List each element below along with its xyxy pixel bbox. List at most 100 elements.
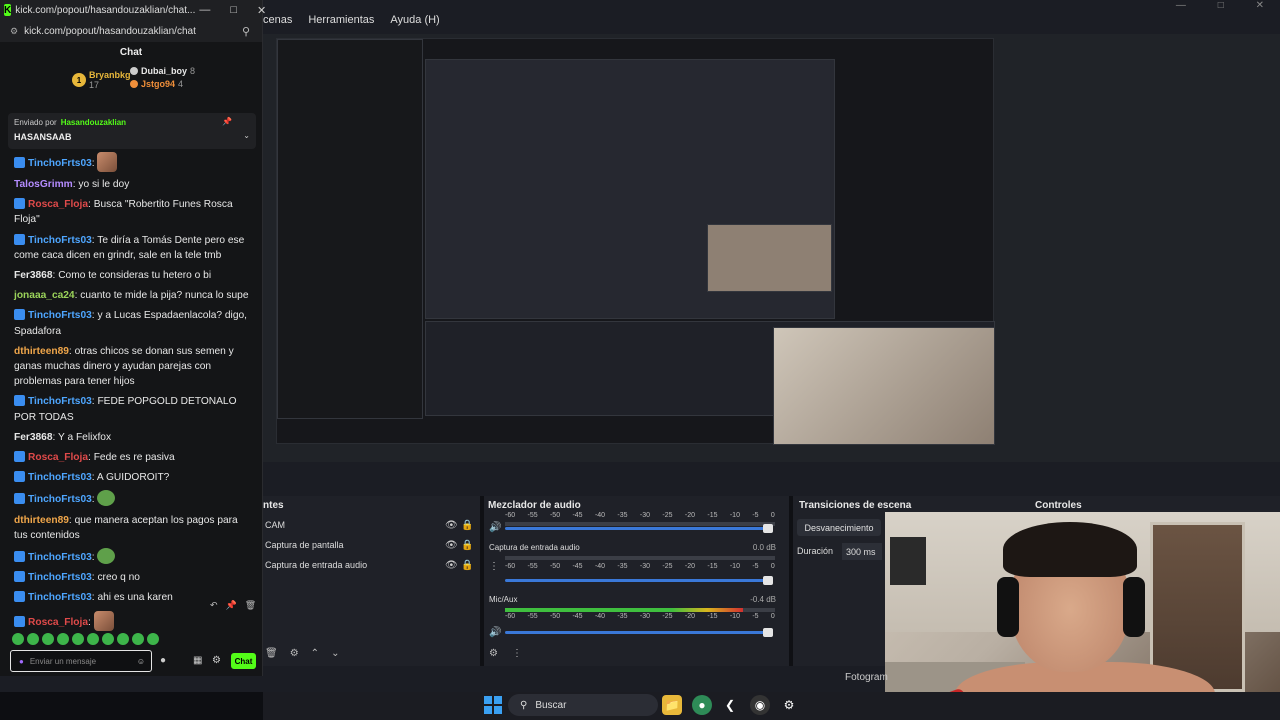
chat-username[interactable]: Rosca_Floja <box>28 617 88 628</box>
gifter-2[interactable]: Dubai_boy 8 <box>130 66 195 76</box>
app-icon[interactable]: ❮ <box>720 695 740 715</box>
chat-username[interactable]: TinchoFrts03 <box>28 494 92 505</box>
eye-icon[interactable]: 👁 <box>445 520 458 531</box>
slider-knob[interactable] <box>763 628 773 637</box>
chat-username[interactable]: dthirteen89 <box>14 515 69 526</box>
chat-username[interactable]: TalosGrimm <box>14 179 73 190</box>
chat-username[interactable]: jonaaa_ca24 <box>14 290 75 301</box>
chat-message[interactable]: TinchoFrts03: <box>14 548 254 565</box>
chat-username[interactable]: dthirteen89 <box>14 346 69 357</box>
chat-username[interactable]: Fer3868 <box>14 432 53 443</box>
menu-help[interactable]: Ayuda (H) <box>390 14 439 34</box>
chat-message[interactable]: TalosGrimm: yo si le doy <box>14 177 254 192</box>
gear-icon[interactable]: ⚙ <box>212 655 221 666</box>
emote[interactable] <box>132 633 144 645</box>
delete-icon[interactable]: 🗑 <box>245 600 256 611</box>
emote[interactable] <box>42 633 54 645</box>
chat-message[interactable]: TinchoFrts03: <box>14 152 254 172</box>
menu-scenes[interactable]: cenas <box>263 14 292 34</box>
file-explorer-icon[interactable]: 📁 <box>662 695 682 715</box>
chat-input[interactable]: ● Enviar un mensaje ☺ <box>10 650 152 672</box>
chat-message[interactable]: Rosca_Floja: <box>14 610 254 631</box>
lock-icon[interactable]: 🔒 <box>461 520 473 531</box>
chat-username[interactable]: Rosca_Floja <box>28 199 88 210</box>
source-item[interactable]: CAM 👁 🔒 <box>265 515 475 535</box>
close-icon[interactable]: ✕ <box>257 4 266 17</box>
minimize-icon[interactable]: — <box>199 4 210 17</box>
volume-slider[interactable] <box>505 576 773 585</box>
up-icon[interactable]: ⌃ <box>311 648 319 659</box>
duration-input[interactable]: 300 ms <box>842 543 882 560</box>
volume-slider[interactable] <box>505 524 773 533</box>
chat-message[interactable]: TinchoFrts03: <box>14 490 254 507</box>
chrome-icon[interactable]: ● <box>692 695 712 715</box>
maximize-icon[interactable]: □ <box>1218 0 1224 14</box>
close-icon[interactable]: ✕ <box>1256 0 1264 14</box>
maximize-icon[interactable]: □ <box>230 4 237 17</box>
emoji-icon[interactable]: ☺ <box>137 657 145 666</box>
chat-message[interactable]: TinchoFrts03: A GUIDOROIT? <box>14 470 254 485</box>
chat-message[interactable]: dthirteen89: que manera aceptan los pago… <box>14 513 254 543</box>
emote[interactable] <box>87 633 99 645</box>
chevron-down-icon[interactable]: ⌄ <box>243 131 250 140</box>
chat-username[interactable]: Rosca_Floja <box>28 452 88 463</box>
menu-tools[interactable]: Herramientas <box>308 14 374 34</box>
chat-message[interactable]: Fer3868: Como te consideras tu hetero o … <box>14 268 254 283</box>
transition-select[interactable]: Desvanecimiento <box>797 519 881 536</box>
gear-icon[interactable]: ⚙ <box>489 648 498 659</box>
chat-message[interactable]: Fer3868: Y a Felixfox <box>14 430 254 445</box>
gifter-3[interactable]: Jstgo94 4 <box>130 79 183 89</box>
chat-message[interactable]: Rosca_Floja: Busca "Robertito Funes Rosc… <box>14 197 254 227</box>
source-item[interactable]: Captura de entrada audio 👁 🔒 <box>265 555 475 575</box>
source-item[interactable]: Captura de pantalla 👁 🔒 <box>265 535 475 555</box>
lock-icon[interactable]: 🔒 <box>461 540 473 551</box>
chat-username[interactable]: TinchoFrts03 <box>28 310 92 321</box>
pinned-message[interactable]: Enviado por Hasandouzaklian 📌 ⌄ HASANSAA… <box>8 113 256 149</box>
emote[interactable] <box>27 633 39 645</box>
gifter-1[interactable]: 1 Bryanbkg 17 <box>72 70 131 90</box>
chat-message[interactable]: Rosca_Floja: Fede es re pasiva <box>14 450 254 465</box>
more-icon[interactable]: ⋮ <box>489 561 499 572</box>
emote[interactable] <box>72 633 84 645</box>
pin-icon[interactable]: 📌 <box>226 600 237 611</box>
chat-username[interactable]: TinchoFrts03 <box>28 552 92 563</box>
speaker-icon[interactable]: 🔊 <box>489 522 501 533</box>
emote[interactable] <box>57 633 69 645</box>
chat-username[interactable]: TinchoFrts03 <box>28 572 92 583</box>
chat-message[interactable]: TinchoFrts03: y a Lucas Espadaenlacola? … <box>14 308 254 338</box>
eye-icon[interactable]: 👁 <box>445 560 458 571</box>
chat-username[interactable]: TinchoFrts03 <box>28 472 92 483</box>
site-info-icon[interactable]: ⚙ <box>10 26 18 37</box>
chat-message[interactable]: jonaaa_ca24: cuanto te mide la pija? nun… <box>14 288 254 303</box>
more-icon[interactable]: ⋮ <box>512 648 522 659</box>
zoom-icon[interactable]: ⚲ <box>242 25 262 38</box>
eye-icon[interactable]: 👁 <box>445 540 458 551</box>
chat-username[interactable]: TinchoFrts03 <box>28 158 92 169</box>
send-chat-button[interactable]: Chat <box>231 653 256 669</box>
obs-icon[interactable]: ◉ <box>750 695 770 715</box>
commands-icon[interactable]: ▦ <box>193 655 202 666</box>
chat-message[interactable]: dthirteen89: otras chicos se donan sus s… <box>14 344 254 390</box>
slider-knob[interactable] <box>763 576 773 585</box>
volume-slider[interactable] <box>505 628 773 637</box>
chat-message[interactable]: TinchoFrts03: creo q no <box>14 570 254 585</box>
minimize-icon[interactable]: — <box>1176 0 1186 14</box>
lock-icon[interactable]: 🔒 <box>461 560 473 571</box>
windows-start-icon[interactable] <box>484 696 502 714</box>
emote[interactable] <box>102 633 114 645</box>
chat-message[interactable]: TinchoFrts03: Te diría a Tomás Dente per… <box>14 233 254 263</box>
pin-icon[interactable]: 📌 <box>222 117 232 126</box>
emote[interactable] <box>12 633 24 645</box>
chat-message[interactable]: TinchoFrts03: FEDE POPGOLD DETONALO POR … <box>14 394 254 424</box>
mic-icon[interactable]: ● <box>19 657 24 666</box>
speaker-icon[interactable]: 🔊 <box>489 627 501 638</box>
reply-icon[interactable]: ↶ <box>210 600 218 611</box>
emote[interactable] <box>147 633 159 645</box>
slider-knob[interactable] <box>763 524 773 533</box>
emote[interactable] <box>117 633 129 645</box>
taskbar-search[interactable]: ⚲ Buscar <box>508 694 658 716</box>
chat-username[interactable]: TinchoFrts03 <box>28 396 92 407</box>
url-bar[interactable]: ⚙ kick.com/popout/hasandouzaklian/chat ⚲ <box>0 20 262 42</box>
chat-username[interactable]: TinchoFrts03 <box>28 592 92 603</box>
gear-icon[interactable]: ⚙ <box>290 648 299 659</box>
